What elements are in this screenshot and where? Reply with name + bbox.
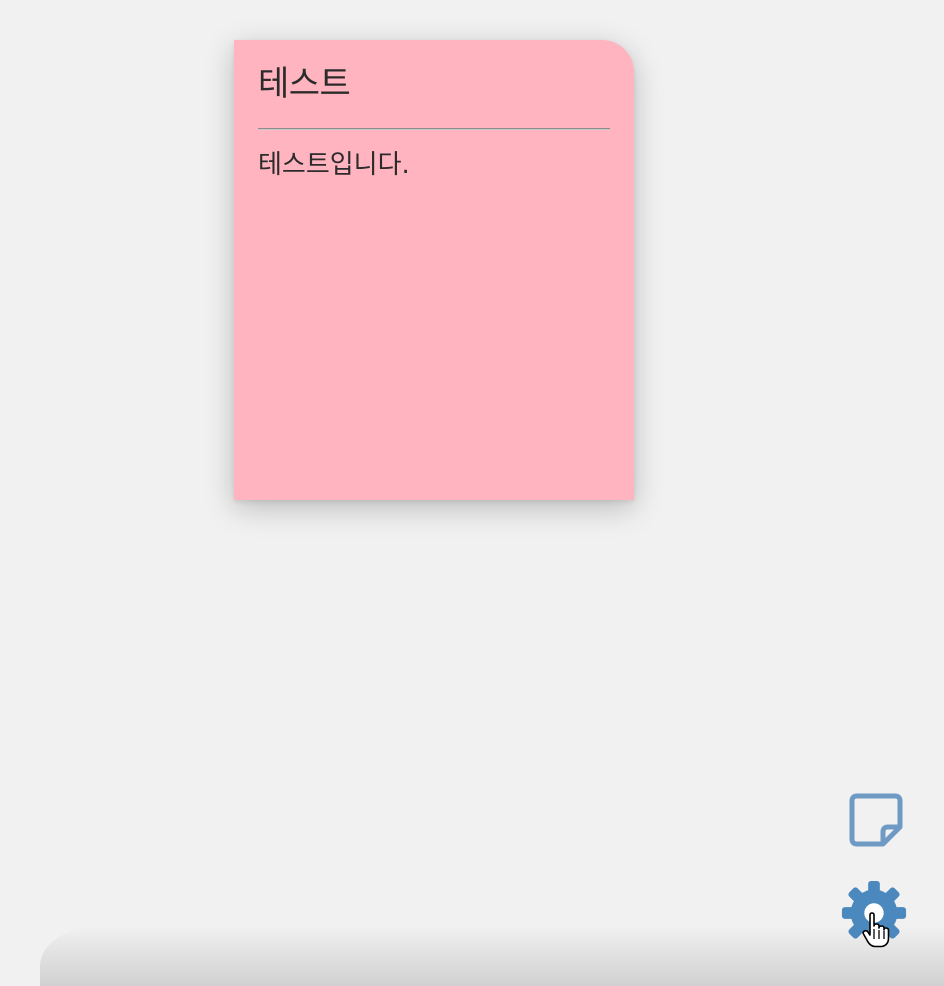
bottom-shadow [40,926,944,986]
sticky-note[interactable]: 테스트 테스트입니다. [234,40,634,500]
settings-button[interactable] [840,879,908,947]
note-body[interactable]: 테스트입니다. [258,145,610,185]
sticky-note-icon [849,793,903,847]
new-note-button[interactable] [842,786,910,854]
note-divider [258,128,610,130]
gear-icon [841,880,907,946]
desktop: 테스트 테스트입니다. [0,0,944,986]
note-title[interactable]: 테스트 [258,62,610,106]
